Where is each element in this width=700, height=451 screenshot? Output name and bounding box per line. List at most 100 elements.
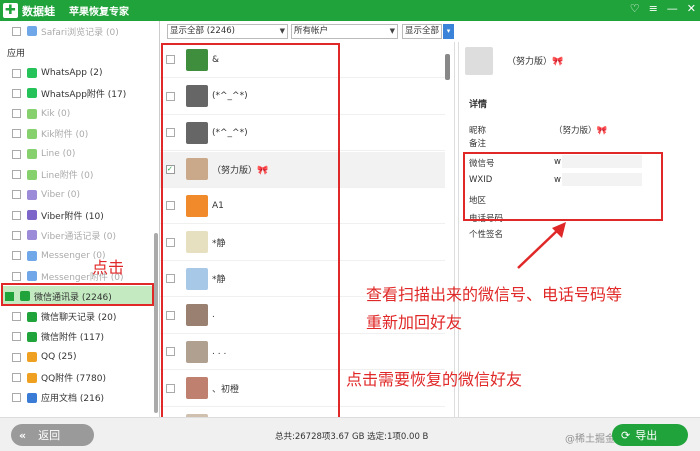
safari-icon	[27, 26, 37, 36]
annotation-box-list	[161, 43, 340, 421]
annotation-box-detail	[463, 152, 663, 221]
sidebar-scrollbar[interactable]	[154, 233, 158, 413]
app-icon	[27, 271, 37, 281]
sidebar-item[interactable]: Line (0)	[12, 147, 75, 161]
app-logo-icon: ✚	[3, 3, 18, 18]
annotation-view-hint-1: 查看扫描出来的微信号、电话号码等	[366, 285, 623, 304]
section-label: 应用	[7, 49, 26, 59]
detail-panel: （努力版）🎀 详情 昵称 （努力版）🎀 备注 微信号 w WXID w 地区 电话号码 个性签名	[458, 42, 700, 417]
app-icon	[27, 88, 37, 99]
sidebar-item-label: Viber通话记录 (0)	[41, 231, 117, 242]
annotation-arrow-icon	[517, 222, 566, 269]
field-label: 个性签名	[469, 230, 504, 240]
sidebar-item-label: Kik (0)	[41, 108, 71, 119]
back-button[interactable]: « 返回	[11, 424, 94, 446]
back-arrow-icon: «	[19, 428, 27, 442]
checkbox[interactable]	[12, 109, 21, 119]
app-icon	[27, 392, 37, 403]
sidebar-item[interactable]: Viber (0)	[12, 188, 80, 202]
checkbox[interactable]	[12, 210, 21, 220]
field-value: （努力版）🎀	[554, 126, 608, 136]
window-controls: ♡ ≡ — ✕	[630, 2, 696, 15]
chevron-down-icon: ▼	[279, 27, 285, 35]
menu-icon[interactable]: ≡	[649, 2, 658, 15]
title-bar: ✚ 数据蛙 苹果恢复专家 ♡ ≡ — ✕	[0, 0, 700, 21]
sidebar-item[interactable]: Line附件 (0)	[12, 168, 93, 182]
app-name: 数据蛙	[22, 4, 55, 18]
app-icon	[27, 169, 37, 180]
filter-status-select[interactable]: 显示全部 ▾	[402, 24, 454, 39]
sidebar-item-label: 微信附件 (117)	[41, 333, 105, 344]
app-subtitle: 苹果恢复专家	[69, 7, 129, 18]
sidebar-item-label: WhatsApp附件 (17)	[41, 89, 127, 100]
sidebar-item[interactable]: Viber通话记录 (0)	[12, 228, 116, 242]
sidebar-item[interactable]: QQ (25)	[12, 350, 77, 364]
annotation-select-hint: 点击需要恢复的微信好友	[346, 370, 523, 389]
checkbox[interactable]	[12, 251, 21, 261]
sidebar-item-label: Safari浏览记录 (0)	[41, 27, 119, 38]
diamond-icon[interactable]: ♡	[630, 2, 640, 15]
app-icon	[27, 128, 37, 139]
chevron-down-icon: ▾	[443, 24, 454, 39]
checkbox[interactable]	[12, 271, 21, 281]
app-icon	[27, 230, 37, 241]
list-scrollbar[interactable]	[445, 54, 450, 80]
sidebar-item[interactable]: QQ附件 (7780)	[12, 371, 106, 385]
checkbox[interactable]	[12, 170, 21, 179]
app-icon	[27, 352, 37, 363]
sidebar-item[interactable]: 微信聊天记录 (20)	[12, 310, 116, 324]
divider	[454, 42, 455, 417]
checkbox[interactable]	[12, 26, 21, 36]
sidebar-item-label: Viber附件 (10)	[41, 211, 104, 222]
sidebar-item-label: Kik附件 (0)	[41, 130, 89, 141]
app-icon	[27, 68, 37, 78]
checkbox[interactable]	[12, 190, 21, 200]
avatar	[465, 47, 493, 75]
sidebar-item[interactable]: Viber附件 (10)	[12, 208, 104, 222]
app-icon	[27, 331, 37, 342]
sidebar-item-safari-history[interactable]: Safari浏览记录 (0)	[12, 24, 119, 38]
checkbox[interactable]	[12, 373, 21, 382]
checkbox[interactable]	[12, 129, 21, 139]
app-icon	[27, 149, 37, 160]
annotation-view-hint-2: 重新加回好友	[366, 313, 463, 332]
checkbox[interactable]	[12, 393, 21, 403]
filter-show-all-select[interactable]: 显示全部 (2246) ▼	[167, 24, 288, 39]
annotation-click-hint: 点击	[92, 258, 125, 277]
checkbox[interactable]	[12, 149, 21, 159]
sidebar-item[interactable]: 应用文档 (216)	[12, 391, 104, 405]
checkbox[interactable]	[12, 68, 21, 78]
bottom-bar: « 返回 总共:26728项3.67 GB 选定:1项0.00 B @稀土掘金技…	[0, 417, 700, 451]
minimize-icon[interactable]: —	[667, 2, 678, 15]
sidebar-item-label: Viber (0)	[41, 189, 81, 200]
sidebar-item[interactable]: Kik附件 (0)	[12, 127, 88, 141]
checkbox[interactable]	[12, 230, 21, 240]
sidebar-item-label: WhatsApp (2)	[41, 68, 103, 78]
checkbox[interactable]	[12, 312, 21, 322]
app-icon	[27, 210, 37, 221]
sidebar-item-label: QQ (25)	[41, 352, 77, 363]
sidebar-item[interactable]: Kik (0)	[12, 107, 70, 121]
checkbox[interactable]	[12, 352, 21, 362]
status-text: 总共:26728项3.67 GB 选定:1项0.00 B	[275, 432, 429, 442]
checkbox[interactable]	[12, 88, 21, 98]
app-icon	[27, 311, 37, 322]
sidebar-item-label: Line附件 (0)	[41, 171, 94, 181]
sidebar-item[interactable]: WhatsApp (2)	[12, 66, 103, 80]
export-button[interactable]: ⟳ 导出	[612, 424, 688, 446]
detail-section-title: 详情	[469, 100, 488, 110]
app-icon	[27, 108, 37, 119]
sidebar-item[interactable]: 微信附件 (117)	[12, 330, 104, 344]
sidebar-item-label: QQ附件 (7780)	[41, 374, 106, 384]
select-value: 显示全部 (2246)	[170, 26, 235, 36]
app-icon	[27, 189, 37, 200]
sidebar-item[interactable]: WhatsApp附件 (17)	[12, 86, 126, 100]
chevron-down-icon: ▼	[389, 27, 395, 35]
detail-name: （努力版）🎀	[507, 57, 564, 67]
app-icon	[27, 372, 37, 383]
sidebar-item-label: Line (0)	[41, 149, 76, 160]
close-icon[interactable]: ✕	[687, 2, 696, 15]
filter-accounts-select[interactable]: 所有帐户 ▼	[291, 24, 398, 39]
checkbox[interactable]	[12, 332, 21, 342]
annotation-box-sidebar	[1, 283, 154, 306]
